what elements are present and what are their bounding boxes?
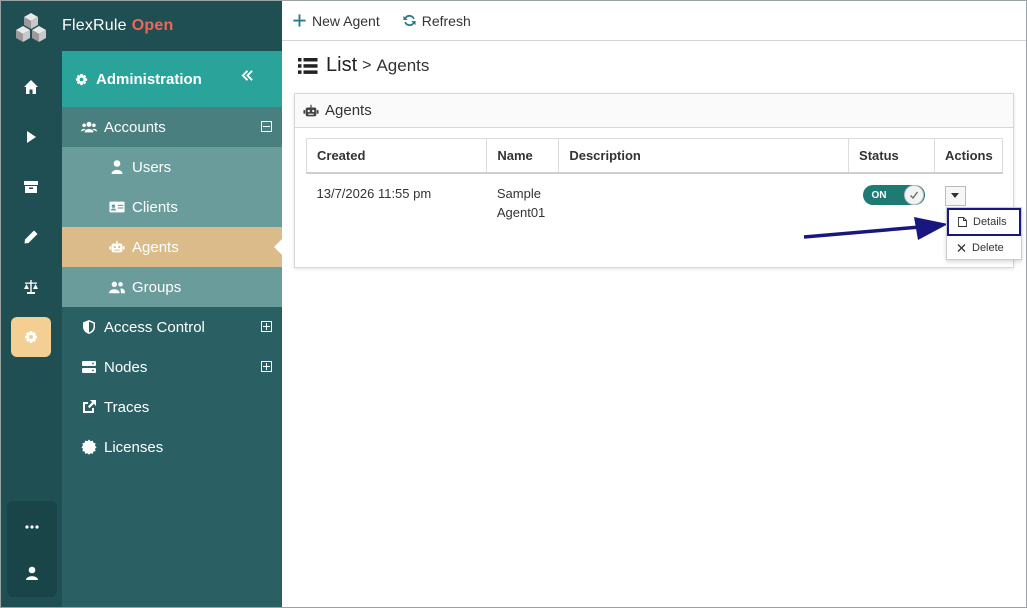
sidebar-item-label: Nodes xyxy=(104,358,148,376)
cell-created: 13/7/2026 11:55 pm xyxy=(316,185,432,201)
delete-label: Delete xyxy=(972,241,1004,254)
collapse-icon[interactable] xyxy=(261,121,272,132)
more-icon xyxy=(25,525,39,529)
breadcrumb: List > Agents xyxy=(298,54,429,77)
sidebar-item-groups[interactable]: Groups xyxy=(62,267,282,307)
shield-icon xyxy=(83,320,95,334)
robot-icon xyxy=(303,104,319,116)
new-agent-button[interactable]: New Agent xyxy=(292,13,380,29)
app-window: FlexRule Open Administration Accounts Use… xyxy=(0,0,1027,608)
plus-icon xyxy=(293,14,306,27)
certificate-icon xyxy=(81,439,97,455)
flexrule-logo-icon xyxy=(16,13,46,42)
column-header-name[interactable]: Name xyxy=(486,138,560,174)
file-icon xyxy=(958,217,967,227)
gear-icon xyxy=(25,331,37,343)
sidebar-item-label: Agents xyxy=(132,238,179,256)
sidebar-item-users[interactable]: Users xyxy=(62,147,282,187)
breadcrumb-separator: > xyxy=(362,56,372,74)
rail-archive-button[interactable] xyxy=(11,167,51,207)
main-content: New Agent Refresh List > Agents Agents C… xyxy=(282,1,1026,607)
sidebar-item-label: Users xyxy=(132,158,172,176)
balance-scale-icon xyxy=(24,280,38,294)
toolbar: New Agent Refresh xyxy=(282,1,1026,41)
rail-edit-button[interactable] xyxy=(11,217,51,257)
details-menu-item[interactable]: Details xyxy=(947,208,1021,236)
rail-run-button[interactable] xyxy=(11,117,51,157)
list-icon xyxy=(298,57,318,74)
archive-icon xyxy=(24,181,38,193)
delete-menu-item[interactable]: Delete xyxy=(947,236,1021,259)
play-icon xyxy=(27,131,36,143)
sidebar-title: Administration xyxy=(96,70,202,88)
sidebar-header: Administration xyxy=(62,51,282,107)
sidebar-item-label: Clients xyxy=(132,198,178,216)
brand-bar: FlexRule Open xyxy=(62,1,282,51)
breadcrumb-root[interactable]: List xyxy=(326,54,357,77)
sidebar-item-label: Licenses xyxy=(104,438,164,456)
actions-dropdown-button[interactable] xyxy=(944,185,966,206)
agent-name-line1: Sample xyxy=(496,185,541,201)
sidebar-item-access-control[interactable]: Access Control xyxy=(62,307,282,347)
user-icon xyxy=(111,160,123,174)
rail-rules-button[interactable] xyxy=(11,267,51,307)
double-chevron-left-icon[interactable] xyxy=(240,68,255,83)
sidebar-item-clients[interactable]: Clients xyxy=(62,187,282,227)
arrow-annotation-icon xyxy=(803,217,948,240)
panel-header: Agents xyxy=(295,94,1013,128)
expand-icon[interactable] xyxy=(261,321,272,332)
home-icon xyxy=(24,80,38,94)
group-icon xyxy=(109,281,125,294)
sidebar-item-agents[interactable]: Agents xyxy=(62,227,282,267)
check-icon xyxy=(909,191,918,199)
sidebar-item-label: Access Control xyxy=(104,318,205,336)
cell-name: Sample Agent01 xyxy=(487,173,559,233)
column-header-description[interactable]: Description xyxy=(558,138,850,174)
external-link-icon xyxy=(83,400,96,413)
server-icon xyxy=(82,361,96,373)
column-header-created[interactable]: Created xyxy=(305,138,488,174)
caret-down-icon xyxy=(951,193,960,198)
rail-user-button[interactable] xyxy=(12,553,52,593)
admin-sidebar: Administration Accounts Users Clients Ag… xyxy=(62,51,282,607)
refresh-icon xyxy=(403,14,416,27)
brand-accent: Open xyxy=(131,17,174,34)
sidebar-item-label: Accounts xyxy=(104,118,166,136)
toggle-knob xyxy=(903,185,924,205)
pencil-icon xyxy=(24,230,38,244)
status-toggle[interactable]: ON xyxy=(862,185,925,205)
close-icon xyxy=(957,243,966,252)
agent-name-line2: Agent01 xyxy=(496,204,546,220)
rail-home-button[interactable] xyxy=(11,67,51,107)
status-toggle-label: ON xyxy=(871,189,887,201)
id-card-icon xyxy=(109,201,125,213)
column-header-actions: Actions xyxy=(934,138,1003,174)
brand-name: FlexRule xyxy=(62,17,127,34)
sidebar-item-accounts[interactable]: Accounts xyxy=(62,107,282,147)
refresh-label: Refresh xyxy=(421,12,471,29)
rail-bottom-group xyxy=(7,501,57,597)
refresh-button[interactable]: Refresh xyxy=(402,13,471,29)
expand-icon[interactable] xyxy=(261,361,272,372)
actions-menu: Details Delete xyxy=(946,207,1022,260)
sidebar-item-label: Traces xyxy=(104,398,150,416)
panel-title: Agents xyxy=(325,102,372,119)
table-header-row: Created Name Description Status Actions xyxy=(305,138,1003,174)
new-agent-label: New Agent xyxy=(312,12,380,29)
details-label: Details xyxy=(973,216,1007,228)
sidebar-item-licenses[interactable]: Licenses xyxy=(62,427,282,467)
rail-admin-button[interactable] xyxy=(11,317,51,357)
sidebar-item-traces[interactable]: Traces xyxy=(62,387,282,427)
rail-more-button[interactable] xyxy=(12,507,52,547)
user-icon xyxy=(26,566,38,580)
sidebar-item-nodes[interactable]: Nodes xyxy=(62,347,282,387)
breadcrumb-current: Agents xyxy=(376,55,430,75)
icon-rail xyxy=(1,1,62,607)
sidebar-item-label: Groups xyxy=(132,278,182,296)
column-header-status[interactable]: Status xyxy=(848,138,936,174)
users-icon xyxy=(81,121,97,133)
robot-icon xyxy=(109,240,125,253)
gear-icon xyxy=(75,73,88,85)
